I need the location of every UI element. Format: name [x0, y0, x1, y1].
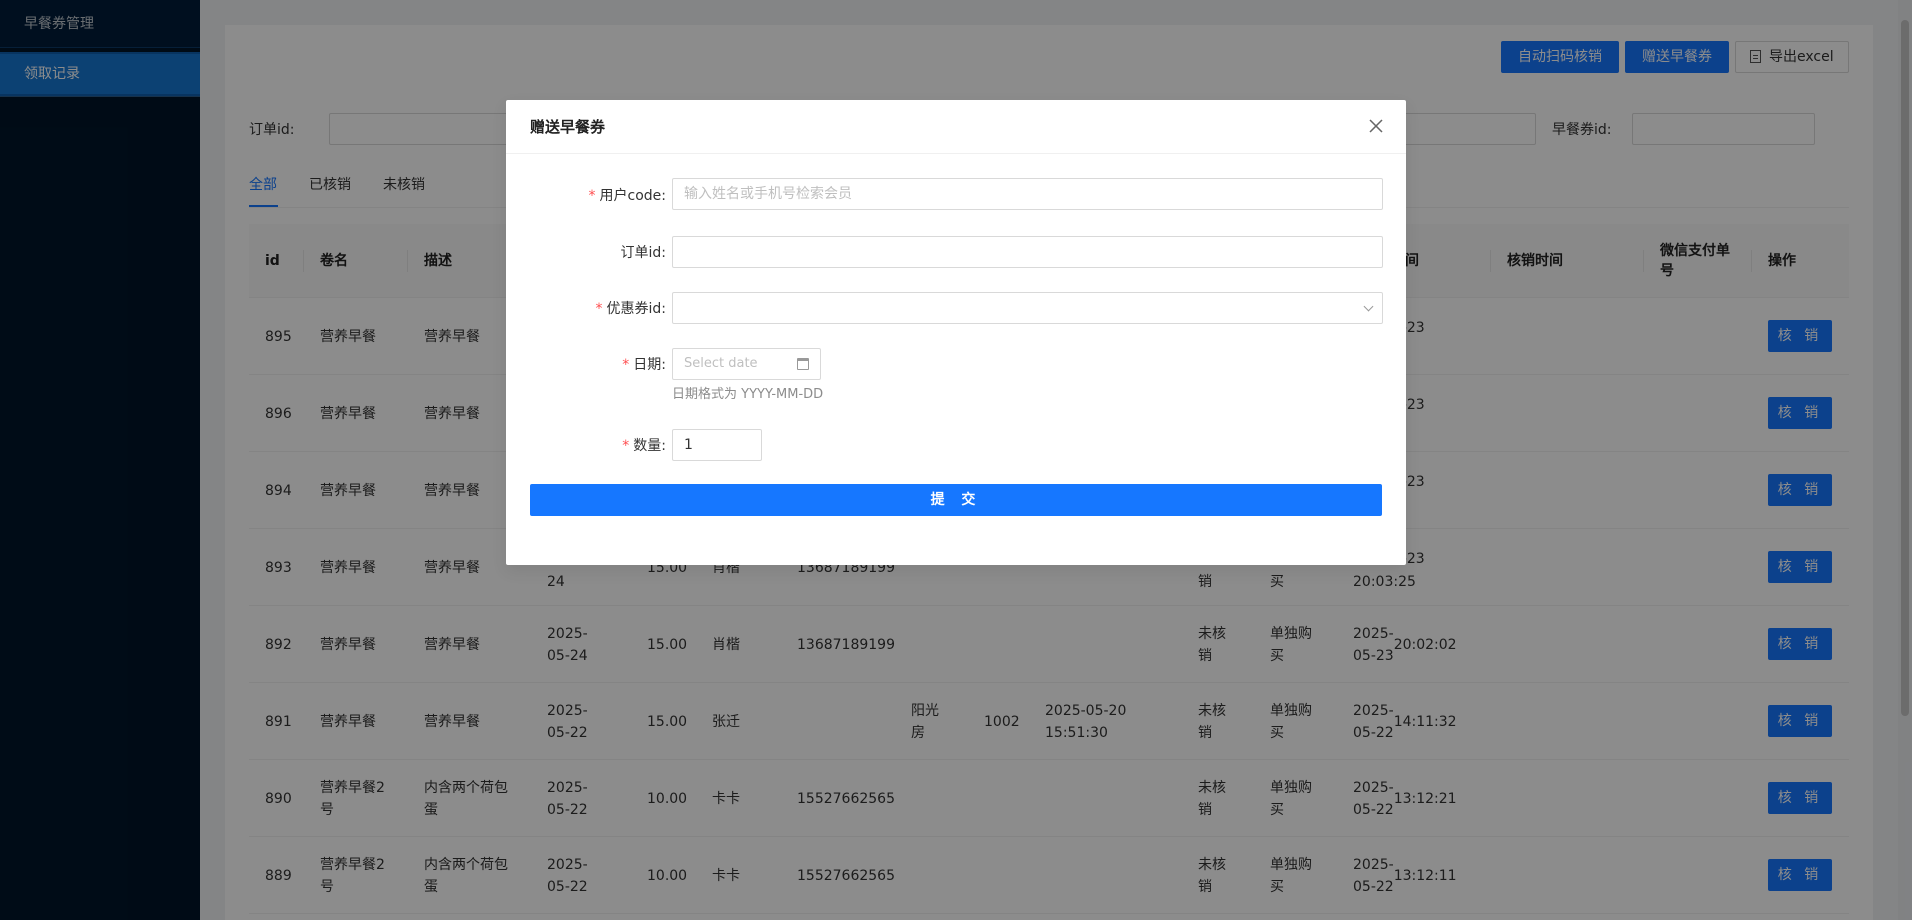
- required-mark: *: [622, 357, 630, 373]
- date-help-text: 日期格式为 YYYY-MM-DD: [672, 387, 824, 402]
- date-picker-input[interactable]: Select date: [672, 348, 821, 380]
- user-code-input[interactable]: 输入姓名或手机号检索会员: [672, 178, 1383, 210]
- required-mark: *: [595, 301, 603, 317]
- date-label: * 日期:: [506, 354, 666, 374]
- calendar-icon: [797, 358, 809, 370]
- date-placeholder: Select date: [684, 356, 758, 371]
- user-code-label: * 用户code:: [506, 185, 666, 205]
- modal-header: 赠送早餐券: [506, 100, 1406, 154]
- submit-button[interactable]: 提 交: [530, 484, 1382, 516]
- coupon-id-select[interactable]: [672, 292, 1383, 324]
- gift-coupon-modal: 赠送早餐券 * 用户code: 输入姓名或手机号检索会员 订单id: * 优惠券id…: [506, 100, 1406, 565]
- quantity-label: * 数量:: [506, 435, 666, 455]
- quantity-label-text: 数量:: [633, 438, 666, 454]
- page-scrollbar-thumb[interactable]: [1901, 20, 1909, 716]
- required-mark: *: [588, 188, 596, 204]
- chevron-down-icon: [1363, 301, 1374, 312]
- user-code-label-text: 用户code:: [599, 188, 666, 204]
- coupon-id-label: * 优惠券id:: [506, 298, 667, 318]
- order-id-input[interactable]: [672, 236, 1383, 268]
- close-icon[interactable]: [1368, 118, 1384, 134]
- modal-title: 赠送早餐券: [530, 118, 606, 136]
- coupon-id-label-text: 优惠券id:: [606, 301, 667, 317]
- quantity-input[interactable]: 1: [672, 429, 762, 461]
- order-id-label: 订单id:: [620, 245, 667, 261]
- required-mark: *: [622, 438, 630, 454]
- date-label-text: 日期:: [633, 357, 666, 373]
